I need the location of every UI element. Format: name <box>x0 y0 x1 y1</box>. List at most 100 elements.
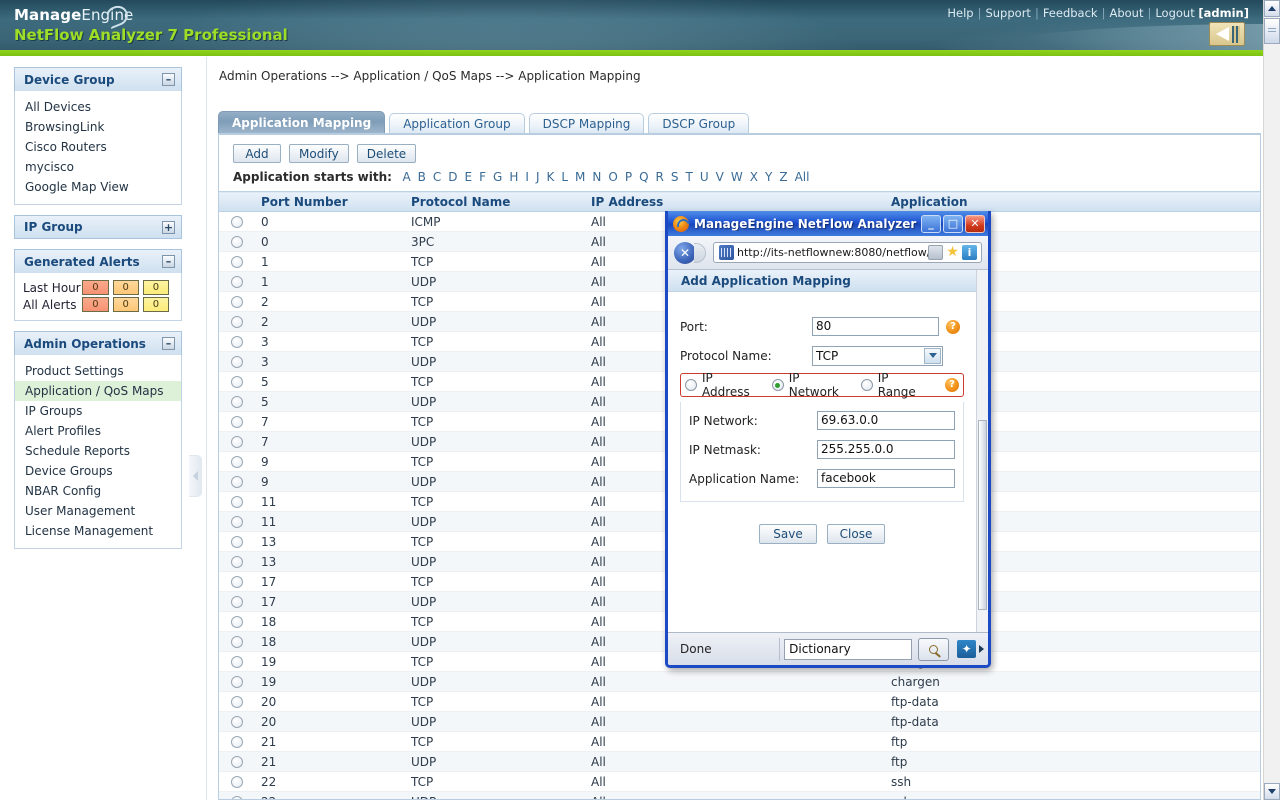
row-radio-icon[interactable] <box>231 316 243 328</box>
table-row[interactable]: 22UDPAllssh <box>219 792 1260 800</box>
alphabet-filter-o[interactable]: O <box>605 170 621 184</box>
alphabet-filter-a[interactable]: A <box>399 170 414 184</box>
row-radio-icon[interactable] <box>231 496 243 508</box>
row-radio-icon[interactable] <box>231 336 243 348</box>
row-select-cell[interactable] <box>219 652 255 672</box>
collapse-icon[interactable]: – <box>162 337 175 350</box>
sidebar-item-browsinglink[interactable]: BrowsingLink <box>15 117 181 137</box>
row-select-cell[interactable] <box>219 732 255 752</box>
row-select-cell[interactable] <box>219 572 255 592</box>
row-select-cell[interactable] <box>219 552 255 572</box>
sidebar-item-license-management[interactable]: License Management <box>15 521 181 541</box>
application-name-input[interactable]: facebook <box>817 469 955 488</box>
column-ip-address[interactable]: IP Address <box>585 192 885 212</box>
column-protocol-name[interactable]: Protocol Name <box>405 192 585 212</box>
table-row[interactable]: 21UDPAllftp <box>219 752 1260 772</box>
alphabet-filter-l[interactable]: L <box>558 170 572 184</box>
scroll-down-button[interactable] <box>1264 783 1280 800</box>
panel-header-device-group[interactable]: Device Group – <box>14 67 182 91</box>
row-select-cell[interactable] <box>219 392 255 412</box>
sidebar-item-google-map-view[interactable]: Google Map View <box>15 177 181 197</box>
nav-about[interactable]: About <box>1109 6 1143 20</box>
row-radio-icon[interactable] <box>231 236 243 248</box>
port-input[interactable]: 80 <box>812 317 939 336</box>
alphabet-filter-q[interactable]: Q <box>636 170 652 184</box>
info-icon[interactable]: i <box>962 245 977 260</box>
nav-logout[interactable]: Logout <box>1155 6 1194 20</box>
row-radio-icon[interactable] <box>231 356 243 368</box>
extension-icon[interactable]: ✦ <box>957 640 976 658</box>
chevron-right-icon[interactable] <box>979 645 984 653</box>
row-radio-icon[interactable] <box>231 796 243 800</box>
row-radio-icon[interactable] <box>231 516 243 528</box>
row-select-cell[interactable] <box>219 412 255 432</box>
alphabet-filter-d[interactable]: D <box>445 170 461 184</box>
nav-feedback[interactable]: Feedback <box>1043 6 1098 20</box>
modify-button[interactable]: Modify <box>289 144 349 163</box>
sidebar-item-product-settings[interactable]: Product Settings <box>15 361 181 381</box>
tab-dscp-mapping[interactable]: DSCP Mapping <box>529 113 645 133</box>
row-radio-icon[interactable] <box>231 416 243 428</box>
alphabet-filter-v[interactable]: V <box>712 170 727 184</box>
stop-icon[interactable]: ✕ <box>674 242 696 264</box>
row-radio-icon[interactable] <box>231 716 243 728</box>
nav-support[interactable]: Support <box>985 6 1030 20</box>
radio-ip-address[interactable]: IP Address <box>685 371 762 399</box>
scrollbar-thumb[interactable] <box>1264 18 1280 44</box>
help-icon[interactable]: ? <box>945 378 959 392</box>
row-radio-icon[interactable] <box>231 376 243 388</box>
row-select-cell[interactable] <box>219 272 255 292</box>
radio-ip-range[interactable]: IP Range <box>861 371 928 399</box>
row-radio-icon[interactable] <box>231 396 243 408</box>
chevron-down-icon[interactable] <box>924 348 941 364</box>
radio-ip-network[interactable]: IP Network <box>772 371 851 399</box>
row-select-cell[interactable] <box>219 512 255 532</box>
row-select-cell[interactable] <box>219 492 255 512</box>
collapse-icon[interactable]: – <box>162 255 175 268</box>
ip-network-input[interactable]: 69.63.0.0 <box>817 411 955 430</box>
sidebar-item-device-groups[interactable]: Device Groups <box>15 461 181 481</box>
row-radio-icon[interactable] <box>231 756 243 768</box>
expand-icon[interactable]: + <box>162 221 175 234</box>
alphabet-filter-x[interactable]: X <box>746 170 761 184</box>
alert-badge-info[interactable]: 0 <box>143 297 169 312</box>
row-radio-icon[interactable] <box>231 436 243 448</box>
row-radio-icon[interactable] <box>231 456 243 468</box>
table-row[interactable]: 21TCPAllftp <box>219 732 1260 752</box>
find-toolbar-input[interactable]: Dictionary <box>784 639 912 660</box>
column-port-number[interactable]: Port Number <box>255 192 405 212</box>
sidebar-item-cisco-routers[interactable]: Cisco Routers <box>15 137 181 157</box>
alphabet-filter-u[interactable]: U <box>696 170 712 184</box>
row-radio-icon[interactable] <box>231 636 243 648</box>
table-row[interactable]: 20TCPAllftp-data <box>219 692 1260 712</box>
panel-header-generated-alerts[interactable]: Generated Alerts – <box>14 249 182 273</box>
table-row[interactable]: 22TCPAllssh <box>219 772 1260 792</box>
row-radio-icon[interactable] <box>231 276 243 288</box>
help-icon[interactable]: ? <box>946 320 960 334</box>
delete-button[interactable]: Delete <box>357 144 416 163</box>
row-radio-icon[interactable] <box>231 216 243 228</box>
alphabet-filter-z[interactable]: Z <box>776 170 791 184</box>
sidebar-collapse-handle[interactable] <box>189 455 202 497</box>
panel-header-admin-operations[interactable]: Admin Operations – <box>14 331 182 355</box>
alphabet-filter-r[interactable]: R <box>652 170 667 184</box>
alphabet-filter-all[interactable]: All <box>791 170 813 184</box>
row-radio-icon[interactable] <box>231 676 243 688</box>
row-radio-icon[interactable] <box>231 596 243 608</box>
add-button[interactable]: Add <box>233 144 281 163</box>
sidebar-item-application-qos-maps[interactable]: Application / QoS Maps <box>15 381 181 401</box>
row-select-cell[interactable] <box>219 672 255 692</box>
row-radio-icon[interactable] <box>231 576 243 588</box>
alphabet-filter-k[interactable]: K <box>543 170 558 184</box>
alphabet-filter-p[interactable]: P <box>621 170 635 184</box>
tab-dscp-group[interactable]: DSCP Group <box>648 113 749 133</box>
alphabet-filter-y[interactable]: Y <box>761 170 775 184</box>
row-radio-icon[interactable] <box>231 476 243 488</box>
alphabet-filter-s[interactable]: S <box>667 170 682 184</box>
row-select-cell[interactable] <box>219 352 255 372</box>
row-select-cell[interactable] <box>219 452 255 472</box>
row-select-cell[interactable] <box>219 792 255 800</box>
alert-badge-warning[interactable]: 0 <box>113 280 139 295</box>
alphabet-filter-i[interactable]: I <box>522 170 533 184</box>
row-radio-icon[interactable] <box>231 656 243 668</box>
